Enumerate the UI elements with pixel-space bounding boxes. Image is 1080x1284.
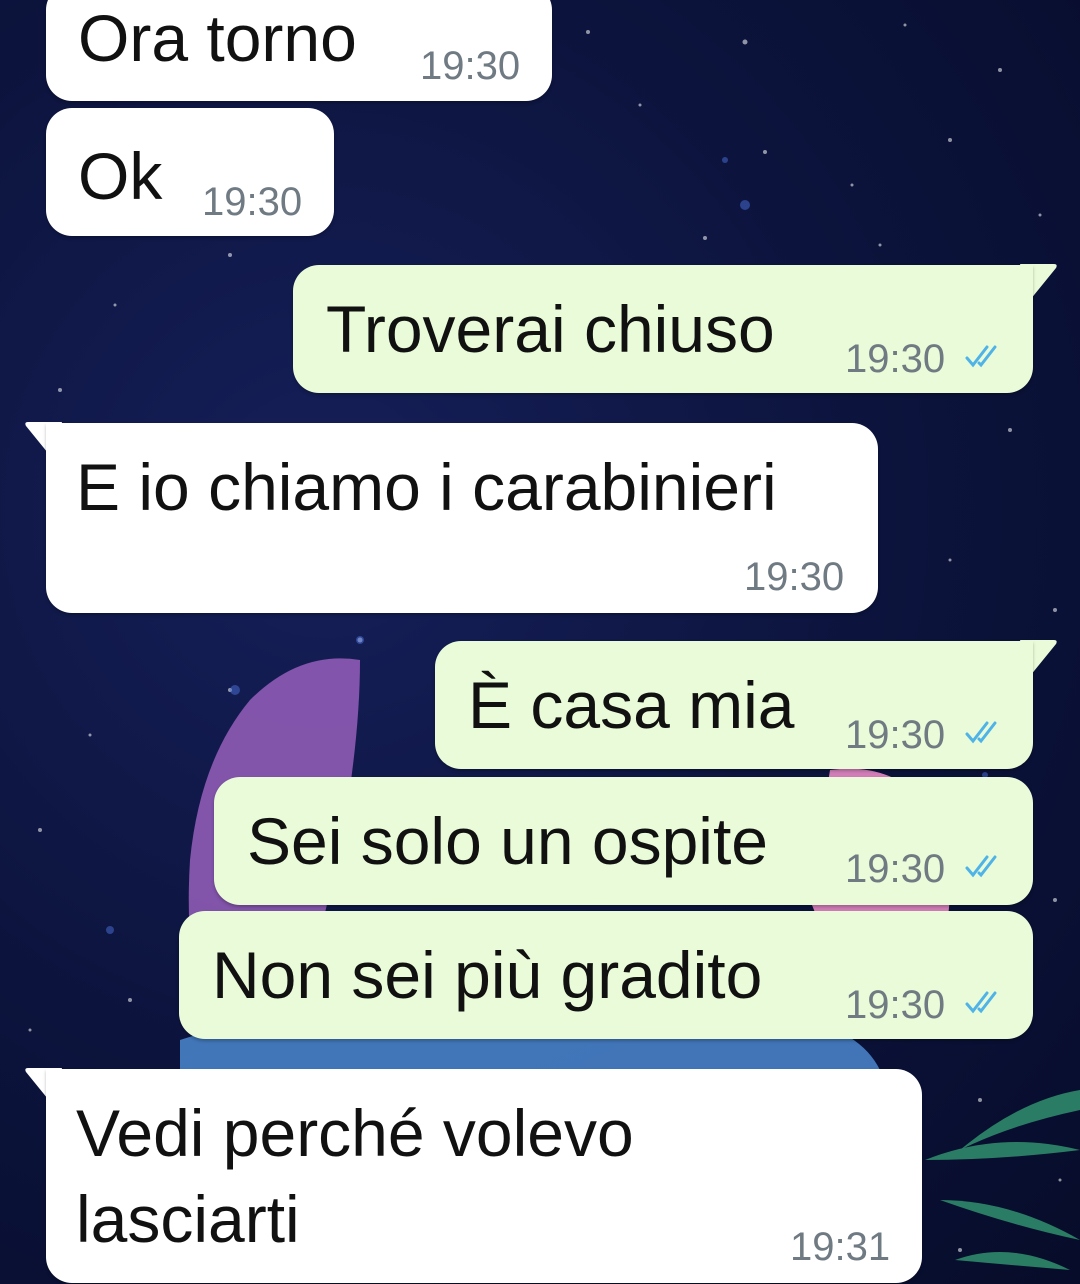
message-bubble-outgoing[interactable]: Troverai chiuso 19:30	[293, 265, 1033, 393]
message-text: E io chiamo i carabinieri	[76, 450, 777, 524]
message-text: Troverai chiuso	[326, 292, 775, 366]
message-timestamp: 19:31	[790, 1225, 891, 1269]
message-text: Ora torno	[78, 1, 357, 75]
double-check-read-icon	[965, 721, 997, 744]
message-bubble-outgoing[interactable]: Sei solo un ospite 19:30	[214, 777, 1033, 905]
message-timestamp: 19:30	[744, 555, 845, 599]
message-text-line-2: lasciarti	[76, 1182, 300, 1256]
message-text: Ok	[78, 139, 163, 213]
message-timestamp: 19:30	[845, 983, 946, 1027]
message-timestamp: 19:30	[202, 180, 303, 224]
message-bubble-outgoing[interactable]: Non sei più gradito 19:30	[179, 911, 1033, 1039]
message-bubble-incoming[interactable]: Ora torno 19:30	[46, 0, 552, 101]
message-text: Non sei più gradito	[212, 938, 763, 1012]
double-check-read-icon	[965, 855, 997, 878]
message-text: Sei solo un ospite	[247, 804, 769, 878]
message-timestamp: 19:30	[845, 847, 946, 891]
message-text: È casa mia	[468, 668, 795, 742]
message-timestamp: 19:30	[420, 44, 521, 88]
message-bubble-incoming[interactable]: Vedi perché volevo lasciarti 19:31	[46, 1069, 922, 1283]
double-check-read-icon	[965, 991, 997, 1014]
message-bubble-incoming[interactable]: E io chiamo i carabinieri 19:30	[46, 423, 878, 613]
message-timestamp: 19:30	[845, 713, 946, 757]
double-check-read-icon	[965, 345, 997, 368]
message-bubble-outgoing[interactable]: È casa mia 19:30	[435, 641, 1033, 769]
message-bubble-incoming[interactable]: Ok 19:30	[46, 108, 334, 236]
message-timestamp: 19:30	[845, 337, 946, 381]
message-text-line-1: Vedi perché volevo	[76, 1096, 634, 1170]
